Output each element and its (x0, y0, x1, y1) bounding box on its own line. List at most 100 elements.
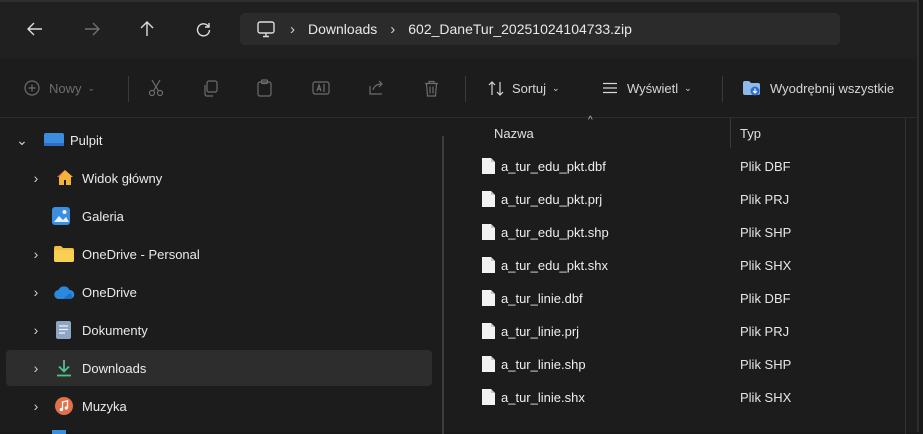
file-type: Plik SHX (740, 389, 792, 405)
copy-icon (204, 79, 218, 97)
trash-icon (425, 80, 438, 97)
share-icon (369, 80, 383, 95)
nav-item-gallery[interactable]: Galeria (6, 198, 432, 234)
chevron-down-icon: ⌄ (551, 82, 560, 93)
nav-item-label: Downloads (82, 360, 147, 376)
chevron-right-icon[interactable]: › (28, 398, 44, 414)
sort-button[interactable]: Sortuj ⌄ (488, 59, 560, 117)
file-icon (482, 290, 495, 306)
up-button[interactable] (132, 14, 162, 44)
file-row[interactable]: a_tur_linie.shx Plik SHX (470, 381, 910, 413)
nav-item-documents[interactable]: › Dokumenty (6, 312, 432, 348)
arrow-left-icon (27, 22, 42, 36)
forward-button[interactable] (77, 14, 107, 44)
file-type: Plik SHP (740, 224, 792, 240)
gallery-icon (52, 207, 70, 225)
documents-icon (56, 321, 74, 339)
music-icon (55, 397, 73, 415)
file-row[interactable]: a_tur_linie.dbf Plik DBF (470, 282, 910, 314)
paste-button[interactable] (257, 59, 272, 117)
file-row[interactable]: a_tur_linie.prj Plik PRJ (470, 315, 910, 347)
delete-button[interactable] (424, 59, 439, 117)
nav-item-label: Muzyka (82, 398, 127, 414)
clipboard-icon (257, 79, 272, 97)
command-bar: Nowy ⌄ Sortuj ⌄ Wyświetl ⌄ Wyodrębnij ws… (0, 59, 917, 118)
column-header-name-label: Nazwa (494, 125, 534, 141)
scissors-icon (148, 79, 164, 97)
extract-all-label: Wyodrębnij wszystkie (770, 80, 895, 96)
copy-button[interactable] (202, 59, 218, 117)
nav-item-label: Galeria (82, 208, 124, 224)
view-button[interactable]: Wyświetl ⌄ (602, 59, 692, 117)
rename-button[interactable] (312, 59, 330, 117)
extract-folder-icon (743, 80, 760, 95)
divider (128, 76, 129, 102)
refresh-button[interactable] (188, 14, 218, 44)
file-row[interactable]: a_tur_linie.shp Plik SHP (470, 348, 910, 380)
file-type: Plik DBF (740, 158, 791, 174)
navigation-pane: ⌄ Pulpit › Widok główny Galeria › OneDri… (0, 118, 442, 434)
nav-item-onedrive-personal[interactable]: › OneDrive - Personal (6, 236, 432, 272)
pane-splitter[interactable] (442, 136, 444, 434)
cut-button[interactable] (148, 59, 164, 117)
file-icon (482, 158, 495, 174)
share-button[interactable] (368, 59, 385, 117)
chevron-right-icon[interactable]: › (28, 170, 44, 186)
chevron-right-icon: › (290, 20, 295, 38)
nav-item-label: OneDrive (82, 284, 137, 300)
file-name: a_tur_linie.prj (501, 323, 580, 339)
nav-item-label: Dokumenty (82, 322, 148, 338)
scrollbar-track[interactable] (905, 118, 906, 434)
refresh-icon (196, 22, 210, 36)
file-icon (482, 323, 495, 339)
file-row[interactable]: a_tur_edu_pkt.prj Plik PRJ (470, 183, 910, 215)
address-box[interactable]: › Downloads › 602_DaneTur_20251024104733… (240, 13, 840, 45)
new-button[interactable]: Nowy ⌄ (24, 59, 95, 117)
nav-item-onedrive[interactable]: › OneDrive (6, 274, 432, 310)
cloud-icon (54, 286, 75, 304)
file-name: a_tur_linie.shp (501, 356, 586, 372)
divider (722, 76, 723, 102)
nav-item-home[interactable]: › Widok główny (6, 160, 432, 196)
chevron-right-icon[interactable]: › (28, 284, 44, 300)
breadcrumb-zip-file[interactable]: 602_DaneTur_20251024104733.zip (408, 21, 632, 37)
column-header-name[interactable]: Nazwa (494, 118, 534, 148)
new-label: Nowy (49, 80, 82, 96)
file-type: Plik SHX (740, 257, 792, 273)
file-icon (482, 191, 495, 207)
file-icon (482, 356, 495, 372)
chevron-right-icon[interactable]: › (28, 360, 44, 376)
chevron-down-icon[interactable]: ⌄ (14, 132, 30, 149)
nav-item-downloads[interactable]: › Downloads (6, 350, 432, 386)
file-name: a_tur_edu_pkt.shx (501, 257, 608, 273)
nav-item-music[interactable]: › Muzyka (6, 388, 432, 424)
column-divider[interactable] (730, 118, 731, 148)
sort-icon (488, 80, 504, 96)
chevron-right-icon[interactable]: › (28, 246, 44, 262)
file-type: Plik PRJ (740, 323, 790, 339)
nav-item-pulpit[interactable]: ⌄ Pulpit (6, 122, 432, 158)
file-name: a_tur_edu_pkt.prj (501, 191, 603, 207)
home-icon (56, 169, 74, 187)
sort-ascending-icon: ^ (588, 115, 593, 126)
chevron-down-icon: ⌄ (684, 82, 692, 93)
file-list: Nazwa ^ Typ a_tur_edu_pkt.dbf Plik DBF a… (456, 115, 916, 434)
download-icon (56, 359, 74, 377)
back-button[interactable] (20, 14, 50, 44)
chevron-down-icon: ⌄ (87, 82, 96, 93)
address-bar-row: › Downloads › 602_DaneTur_20251024104733… (0, 2, 917, 60)
file-explorer-window: › Downloads › 602_DaneTur_20251024104733… (0, 0, 919, 434)
partial-nav-icon (52, 430, 66, 434)
breadcrumb-downloads[interactable]: Downloads (308, 21, 377, 37)
file-row[interactable]: a_tur_edu_pkt.shx Plik SHX (470, 249, 910, 281)
sort-label: Sortuj (512, 80, 546, 96)
arrow-up-icon (140, 21, 154, 36)
file-row[interactable]: a_tur_edu_pkt.dbf Plik DBF (470, 150, 910, 182)
column-header-type[interactable]: Typ (740, 118, 761, 148)
file-name: a_tur_edu_pkt.shp (501, 224, 609, 240)
file-icon (482, 389, 495, 405)
arrow-right-icon (85, 22, 100, 36)
file-row[interactable]: a_tur_edu_pkt.shp Plik SHP (470, 216, 910, 248)
extract-all-button[interactable]: Wyodrębnij wszystkie (742, 59, 894, 117)
chevron-right-icon[interactable]: › (28, 322, 44, 338)
